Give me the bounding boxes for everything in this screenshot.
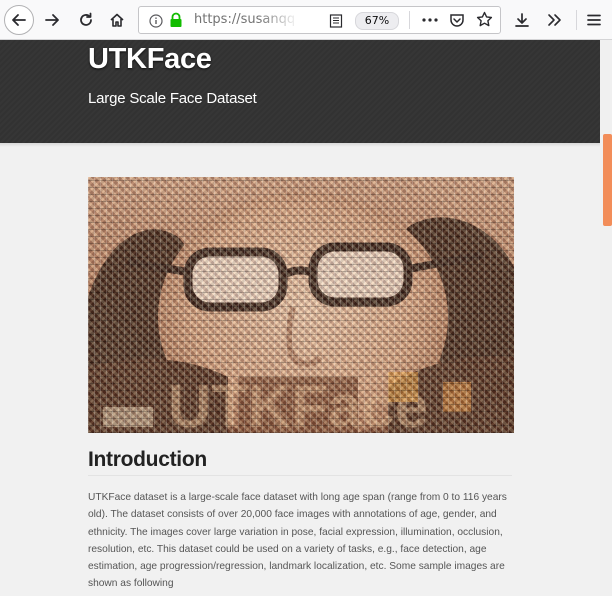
downloads-button[interactable] — [508, 6, 536, 34]
introduction-heading: Introduction — [88, 448, 207, 471]
heading-divider — [88, 475, 512, 476]
more-icon[interactable] — [421, 12, 439, 32]
home-button[interactable] — [103, 6, 131, 34]
mosaic-tiles — [88, 177, 514, 433]
urlbar-divider — [409, 11, 410, 29]
reload-icon — [80, 12, 92, 26]
face-mosaic-image: UTKFace — [88, 177, 514, 433]
back-arrow-icon — [12, 14, 26, 26]
forward-arrow-icon — [45, 14, 59, 26]
pocket-icon[interactable] — [449, 12, 465, 32]
page-scrollbar[interactable] — [600, 40, 612, 596]
back-button[interactable] — [4, 5, 34, 35]
home-icon — [110, 13, 124, 27]
scrollbar-thumb[interactable] — [603, 134, 612, 226]
menu-button[interactable] — [580, 6, 608, 34]
reader-view-icon[interactable] — [329, 13, 343, 32]
toolbar-divider — [576, 10, 577, 30]
download-icon — [515, 13, 529, 27]
site-title[interactable]: UTKFace — [88, 43, 212, 76]
url-fade — [259, 9, 299, 31]
site-subtitle: Large Scale Face Dataset — [88, 90, 257, 107]
bookmark-star-icon[interactable] — [476, 11, 493, 32]
browser-toolbar: https://susanqq 67% — [0, 0, 612, 40]
url-bar[interactable]: https://susanqq 67% — [138, 6, 501, 34]
info-icon[interactable] — [149, 13, 163, 32]
introduction-paragraph: UTKFace dataset is a large-scale face da… — [88, 492, 507, 590]
overflow-icon — [548, 14, 561, 26]
overflow-button[interactable] — [540, 6, 568, 34]
reload-button[interactable] — [72, 6, 100, 34]
zoom-level-badge[interactable]: 67% — [355, 12, 399, 30]
forward-button[interactable] — [38, 6, 66, 34]
header-shadow — [0, 143, 600, 147]
lock-icon[interactable] — [169, 12, 183, 32]
site-header: UTKFace Large Scale Face Dataset — [0, 40, 600, 143]
menu-icon — [587, 14, 601, 26]
